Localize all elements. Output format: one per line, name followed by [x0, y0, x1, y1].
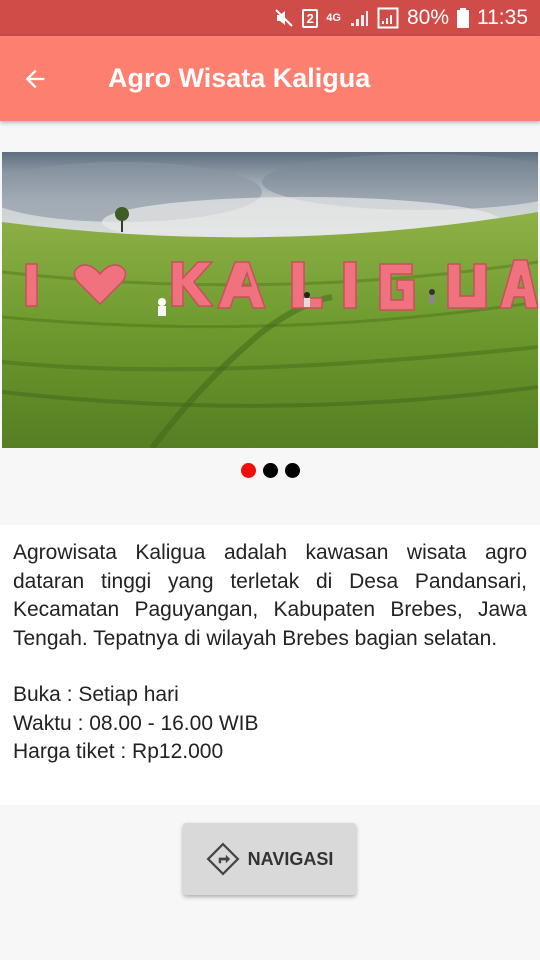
sim-card-icon: 2: [302, 8, 319, 28]
clock: 11:35: [477, 6, 528, 29]
carousel-indicators: [0, 463, 540, 479]
directions-icon: [206, 842, 240, 876]
carousel-image[interactable]: [2, 152, 538, 448]
battery-percent: 80%: [406, 6, 449, 29]
description-card: Agrowisata Kaligua adalah kawasan wisata…: [0, 525, 540, 805]
opening-hours: Waktu : 08.00 - 16.00 WIB: [13, 711, 259, 735]
carousel-dot-active[interactable]: [240, 463, 256, 478]
network-type-label: 4G: [326, 12, 341, 24]
navigate-button[interactable]: NAVIGASI: [183, 823, 356, 895]
signal-box-icon: [377, 6, 399, 30]
ticket-price: Harga tiket : Rp12.000: [13, 740, 224, 763]
arrow-back-icon: [25, 69, 45, 88]
battery-icon: [457, 6, 469, 30]
description-text: Agrowisata Kaligua adalah kawasan wisata…: [13, 541, 527, 650]
navigate-button-label: NAVIGASI: [247, 848, 334, 869]
page-title: Agro Wisata Kaligua: [108, 63, 371, 93]
status-bar: 2 4G 80% 11:35: [0, 0, 540, 36]
back-button[interactable]: [0, 36, 70, 121]
carousel-dot[interactable]: [284, 463, 300, 478]
signal-icon: [349, 6, 369, 30]
carousel-dot[interactable]: [262, 463, 278, 478]
app-bar: Agro Wisata Kaligua: [0, 36, 540, 121]
opening-days: Buka : Setiap hari: [13, 683, 179, 706]
mute-icon: [274, 6, 294, 30]
